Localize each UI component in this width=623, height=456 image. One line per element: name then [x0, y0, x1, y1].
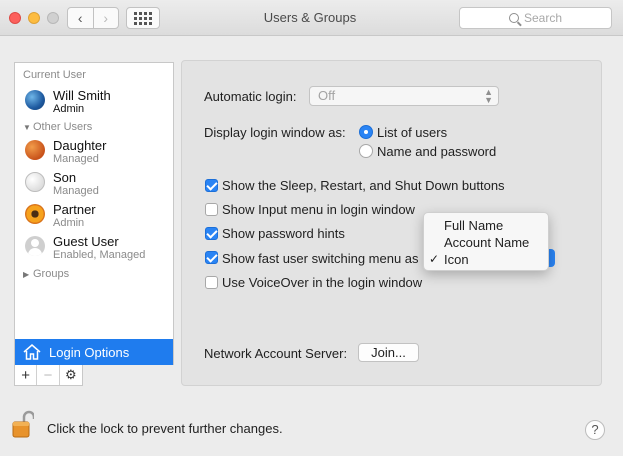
input-menu-label[interactable]: Show Input menu in login window	[222, 202, 415, 217]
user-role: Managed	[53, 185, 99, 197]
user-role: Admin	[53, 103, 85, 115]
minus-icon[interactable]: −	[37, 365, 60, 385]
automatic-login-popup[interactable]: Off ▲ ▼	[309, 86, 499, 106]
network-server-label: Network Account Server:	[204, 346, 348, 361]
user-name: Guest User	[53, 234, 119, 249]
fast-user-switching-checkbox[interactable]	[205, 251, 218, 264]
title-bar: ‹ › Users & Groups Search	[0, 0, 623, 36]
join-button[interactable]: Join...	[358, 343, 419, 362]
checkmark-icon: ✓	[429, 252, 440, 266]
grid-icon	[134, 11, 152, 25]
menu-item-full-name[interactable]: Full Name	[444, 218, 503, 233]
help-button[interactable]: ?	[585, 420, 605, 440]
baseball-icon	[25, 172, 45, 192]
user-guest[interactable]: Guest User Enabled, Managed	[25, 234, 175, 264]
guest-icon	[25, 236, 45, 256]
sleep-restart-shutdown-checkbox[interactable]	[205, 179, 218, 192]
automatic-login-label: Automatic login:	[204, 89, 297, 104]
user-name: Partner	[53, 202, 96, 217]
plus-icon[interactable]: +	[15, 365, 38, 385]
user-will-smith[interactable]: Will Smith Admin	[25, 88, 175, 118]
other-users-label: Other Users	[33, 121, 93, 133]
user-role: Admin	[53, 217, 85, 229]
minimize-window-button[interactable]	[28, 12, 40, 24]
user-role: Managed	[53, 153, 99, 165]
house-icon	[23, 344, 41, 360]
user-daughter[interactable]: Daughter Managed	[25, 138, 175, 168]
switching-menu-dropdown: Full Name Account Name ✓ Icon	[423, 212, 549, 271]
users-sidebar: Current User Will Smith Admin ▼ Other Use…	[14, 62, 174, 365]
groups-header[interactable]: ▶ Groups	[23, 268, 69, 280]
window-title: Users & Groups	[263, 10, 357, 25]
user-name: Will Smith	[53, 88, 111, 103]
user-name: Daughter	[53, 138, 107, 153]
user-partner[interactable]: Partner Admin	[25, 202, 175, 232]
name-and-password-label[interactable]: Name and password	[377, 144, 496, 159]
current-user-header: Current User	[23, 69, 86, 81]
other-users-header[interactable]: ▼ Other Users	[23, 121, 92, 133]
name-and-password-radio[interactable]	[359, 144, 373, 158]
lock-message: Click the lock to prevent further change…	[47, 421, 283, 436]
show-all-button[interactable]	[126, 7, 160, 29]
search-input[interactable]: Search	[459, 7, 612, 29]
login-options-item[interactable]: Login Options	[15, 339, 173, 365]
zoom-window-button[interactable]	[47, 12, 59, 24]
disclosure-closed-icon: ▶	[23, 270, 30, 279]
groups-label: Groups	[33, 268, 70, 280]
list-of-users-label[interactable]: List of users	[377, 125, 447, 140]
menu-item-icon[interactable]: Icon	[444, 252, 469, 267]
gear-icon[interactable]: ⚙	[60, 365, 82, 385]
automatic-login-value: Off	[318, 88, 336, 103]
sleep-restart-shutdown-label[interactable]: Show the Sleep, Restart, and Shut Down b…	[222, 178, 505, 193]
fast-user-switching-label[interactable]: Show fast user switching menu as	[222, 251, 419, 266]
disclosure-open-icon: ▼	[23, 123, 31, 132]
user-son[interactable]: Son Managed	[25, 170, 175, 200]
sidebar-toolbar: + − ⚙	[14, 365, 83, 386]
chevron-left-icon[interactable]: ‹	[68, 8, 93, 28]
voiceover-label[interactable]: Use VoiceOver in the login window	[222, 275, 422, 290]
user-role: Enabled, Managed	[53, 249, 146, 261]
earth-icon	[25, 90, 45, 110]
voiceover-checkbox[interactable]	[205, 276, 218, 289]
input-menu-checkbox[interactable]	[205, 203, 218, 216]
user-name: Son	[53, 170, 77, 185]
flower-icon	[25, 204, 45, 224]
password-hints-checkbox[interactable]	[205, 227, 218, 240]
password-hints-label[interactable]: Show password hints	[222, 226, 345, 241]
list-of-users-radio[interactable]	[359, 125, 373, 139]
display-login-label: Display login window as:	[204, 125, 346, 140]
updown-arrows-icon: ▲ ▼	[484, 87, 493, 105]
search-icon	[508, 13, 519, 23]
basketball-icon	[25, 140, 45, 160]
login-options-label: Login Options	[49, 344, 130, 360]
close-window-button[interactable]	[9, 12, 21, 24]
lock-icon[interactable]	[12, 409, 34, 439]
navigation-buttons: ‹ ›	[67, 7, 119, 29]
menu-item-account-name[interactable]: Account Name	[444, 235, 529, 250]
search-placeholder: Search	[523, 11, 563, 25]
chevron-right-icon[interactable]: ›	[92, 8, 119, 28]
